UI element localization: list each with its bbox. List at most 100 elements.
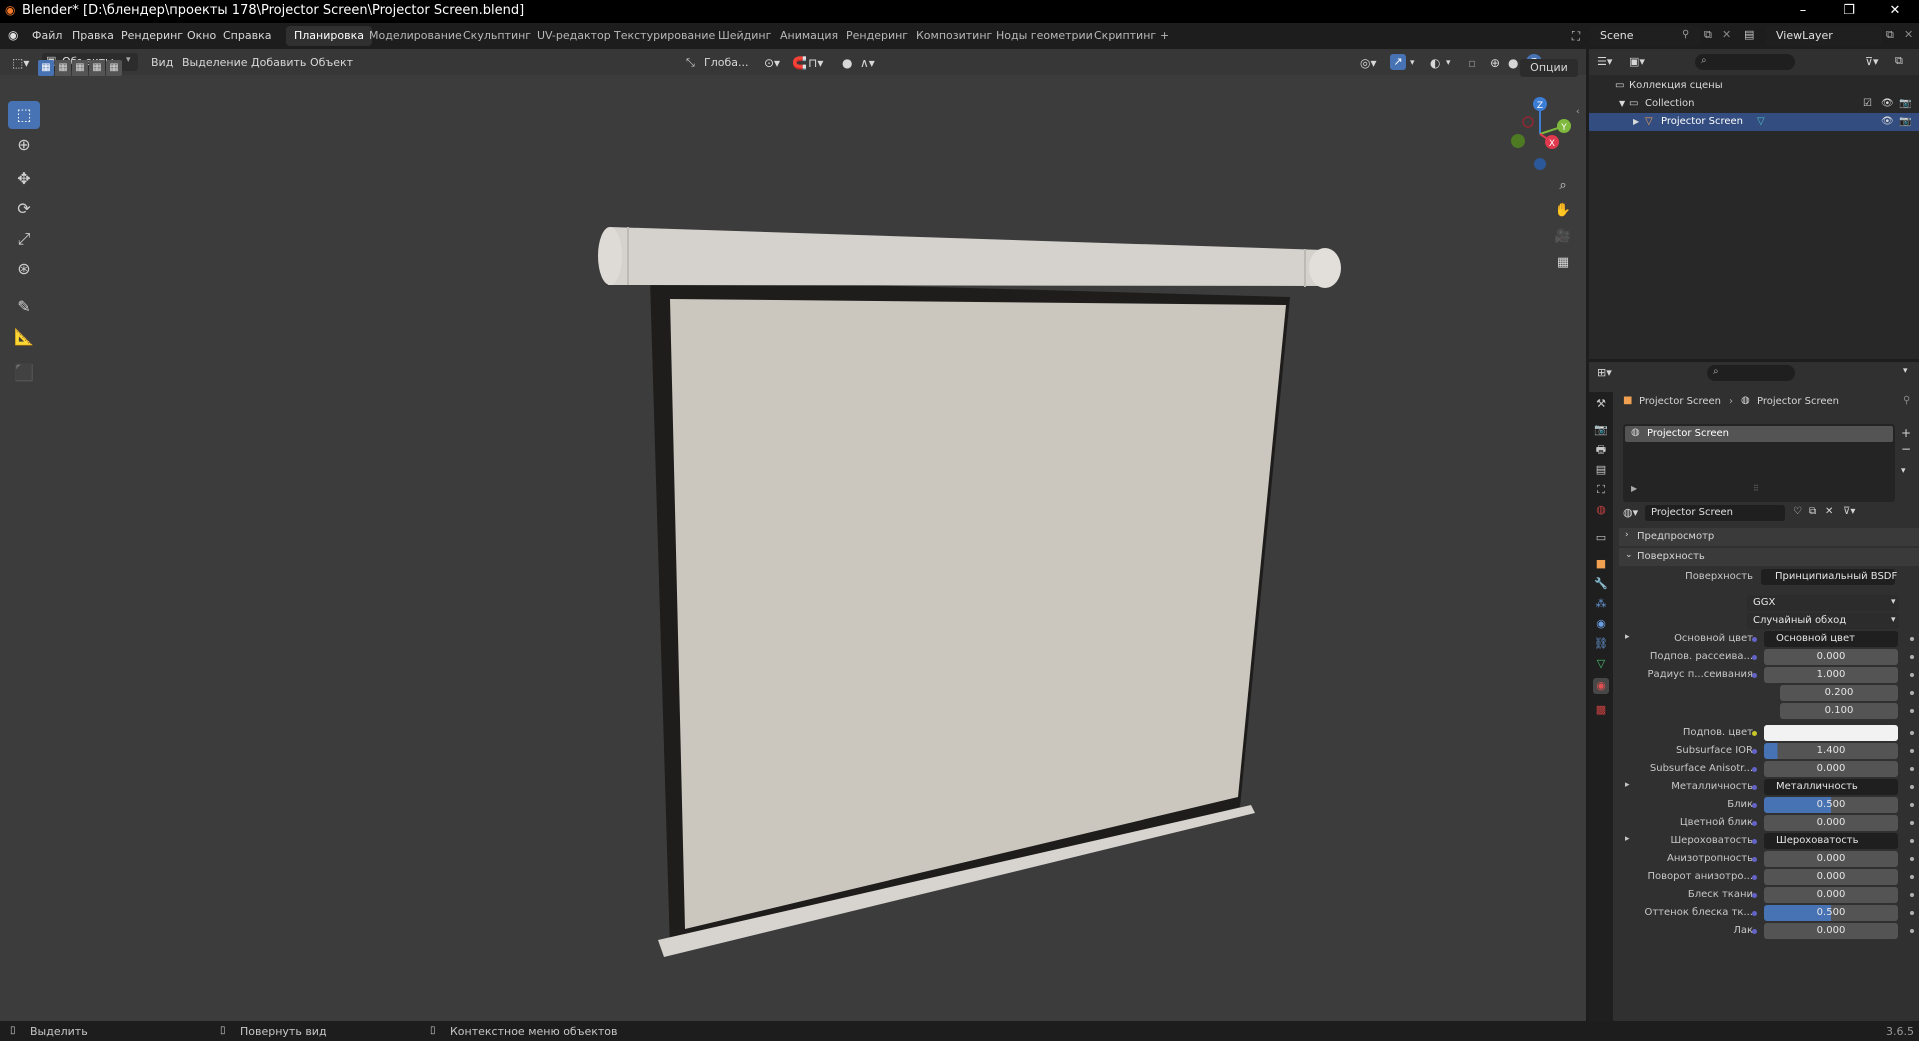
properties-search-input[interactable]: ⌕ (1707, 365, 1795, 381)
camera-icon[interactable]: 📷 (1899, 95, 1911, 113)
eye-icon[interactable]: 👁 (1881, 95, 1894, 113)
menu-render[interactable]: Рендеринг (121, 29, 183, 42)
data-tab-icon[interactable]: ▽ (1593, 656, 1609, 672)
tool-tab-icon[interactable]: ⚒ (1593, 396, 1609, 412)
menu-help[interactable]: Справка (223, 29, 271, 42)
tab-modeling[interactable]: Моделирование (361, 26, 470, 46)
keyframe-dot-icon[interactable] (1910, 691, 1914, 695)
keyframe-dot-icon[interactable] (1910, 709, 1914, 713)
expand-arrow-icon[interactable]: ▸ (1625, 780, 1630, 790)
property-field[interactable]: 0.200 (1780, 685, 1898, 701)
property-field[interactable]: 0.500 (1764, 797, 1898, 813)
keyframe-dot-icon[interactable] (1910, 839, 1914, 843)
keyframe-dot-icon[interactable] (1910, 767, 1914, 771)
modifier-tab-icon[interactable]: 🔧 (1593, 576, 1609, 592)
tab-geometry-nodes[interactable]: Ноды геометрии (988, 26, 1101, 46)
sidebar-toggle-icon[interactable]: ‹ (1576, 107, 1580, 117)
camera-icon[interactable]: 📷 (1899, 113, 1911, 131)
display-mode-icon[interactable]: ▣▾ (1629, 55, 1645, 68)
minimize-button[interactable]: – (1780, 0, 1826, 23)
subsurface-method-select[interactable]: Случайный обход (1747, 613, 1899, 629)
keyframe-dot-icon[interactable] (1910, 673, 1914, 677)
tab-compositing[interactable]: Композитинг (908, 26, 1000, 46)
property-field[interactable]: 0.500 (1764, 905, 1898, 921)
tab-layout[interactable]: Планировка (286, 26, 372, 46)
property-field[interactable]: 0.000 (1764, 887, 1898, 903)
keyframe-dot-icon[interactable] (1910, 875, 1914, 879)
navigation-gizmo[interactable]: Z Y X (1500, 94, 1580, 174)
chevron-down-icon[interactable]: ▾ (1903, 366, 1908, 376)
distribution-select[interactable]: GGX (1747, 595, 1899, 611)
expand-arrow-icon[interactable]: ▶ (1633, 113, 1639, 131)
camera-view-icon[interactable]: 🎥 (1552, 226, 1574, 248)
keyframe-dot-icon[interactable] (1910, 893, 1914, 897)
property-field[interactable]: Металличность (1764, 779, 1898, 795)
color-swatch[interactable] (1764, 725, 1898, 741)
perspective-grid-icon[interactable]: ▦ (1552, 252, 1574, 274)
keyframe-dot-icon[interactable] (1910, 785, 1914, 789)
scene-selector[interactable]: Scene ⚲ (1590, 26, 1700, 46)
keyframe-dot-icon[interactable] (1910, 911, 1914, 915)
view-layer-selector[interactable]: ViewLayer (1766, 26, 1882, 46)
keyframe-dot-icon[interactable] (1910, 655, 1914, 659)
texture-tab-icon[interactable]: ▩ (1593, 702, 1609, 718)
material-name-field[interactable]: Projector Screen (1645, 505, 1785, 521)
render-tab-icon[interactable]: 📷 (1593, 422, 1609, 438)
checkbox-icon[interactable]: ☑ (1863, 95, 1872, 113)
tab-sculpting[interactable]: Скульптинг (455, 26, 539, 46)
expand-arrow-icon[interactable]: ▸ (1625, 632, 1630, 642)
delete-scene-icon[interactable]: ✕ (1722, 28, 1731, 41)
outliner-object-projector-screen[interactable]: ▶ ▽ Projector Screen ▽ 👁 📷 (1589, 113, 1919, 131)
tab-rendering[interactable]: Рендеринг (838, 26, 916, 46)
property-field[interactable]: Основной цвет (1764, 631, 1898, 647)
expand-arrow-icon[interactable]: ▼ (1619, 95, 1625, 113)
tab-animation[interactable]: Анимация (772, 26, 846, 46)
slot-menu-icon[interactable]: ▾ (1901, 466, 1906, 476)
new-view-layer-icon[interactable]: ⧉ (1886, 28, 1894, 42)
expand-arrow-icon[interactable]: ▸ (1625, 834, 1630, 844)
property-field[interactable]: 0.000 (1764, 851, 1898, 867)
property-field[interactable]: 0.000 (1764, 761, 1898, 777)
surface-shader-field[interactable]: Принципиальный BSDF (1761, 569, 1897, 585)
maximize-button[interactable]: ❐ (1826, 0, 1872, 23)
outliner-scene-collection[interactable]: ▭ Коллекция сцены (1589, 77, 1919, 95)
outliner-collection[interactable]: ▼ ▭ Collection ☑ 👁 📷 (1589, 95, 1919, 113)
world-tab-icon[interactable]: ◍ (1593, 502, 1609, 518)
keyframe-dot-icon[interactable] (1910, 929, 1914, 933)
physics-tab-icon[interactable]: ◉ (1593, 616, 1609, 632)
keyframe-dot-icon[interactable] (1910, 637, 1914, 641)
surface-panel-header[interactable]: ⌄ Поверхность (1619, 548, 1919, 566)
outliner-search-input[interactable]: ⌕ (1695, 54, 1795, 70)
add-workspace-button[interactable]: + (1152, 26, 1177, 46)
pan-hand-icon[interactable]: ✋ (1552, 200, 1574, 222)
collection-tab-icon[interactable]: ▭ (1593, 530, 1609, 546)
particles-tab-icon[interactable]: ⁂ (1593, 596, 1609, 612)
object-tab-icon[interactable]: ■ (1593, 556, 1609, 572)
preview-panel-header[interactable]: › Предпросмотр (1619, 528, 1919, 546)
new-collection-icon[interactable]: ⧉ (1895, 54, 1903, 68)
tab-shading[interactable]: Шейдинг (710, 26, 779, 46)
constraints-tab-icon[interactable]: ⛓ (1593, 636, 1609, 652)
add-slot-icon[interactable]: + (1901, 426, 1911, 440)
property-field[interactable]: 1.000 (1764, 667, 1898, 683)
link-mode-icon[interactable]: ⊽▾ (1843, 506, 1855, 517)
fake-user-icon[interactable]: ♡ (1793, 506, 1802, 517)
mesh-data-icon[interactable]: ▽ (1757, 113, 1765, 131)
unlink-material-icon[interactable]: ✕ (1825, 506, 1833, 517)
menu-edit[interactable]: Правка (72, 29, 114, 42)
close-button[interactable]: ✕ (1872, 0, 1918, 23)
property-field[interactable]: Шероховатость (1764, 833, 1898, 849)
outliner-editor-icon[interactable]: ☰▾ (1597, 55, 1612, 68)
output-tab-icon[interactable]: 🖶 (1593, 442, 1609, 458)
tab-texture-paint[interactable]: Текстурирование (606, 26, 723, 46)
scene-tab-icon[interactable]: ⛶ (1593, 482, 1609, 498)
material-tab-icon[interactable]: ◉ (1593, 678, 1609, 694)
remove-slot-icon[interactable]: − (1901, 442, 1911, 456)
filter-icon[interactable]: ⊽▾ (1865, 55, 1879, 68)
blender-menu-icon[interactable]: ◉ (8, 28, 18, 42)
keyframe-dot-icon[interactable] (1910, 803, 1914, 807)
pin-icon[interactable]: ⚲ (1903, 395, 1910, 406)
property-field[interactable]: 0.000 (1764, 869, 1898, 885)
3d-viewport[interactable]: ⬚▾ ▣ Объекты ▾ Вид Выделение Добавить Об… (0, 49, 1586, 1021)
keyframe-dot-icon[interactable] (1910, 731, 1914, 735)
